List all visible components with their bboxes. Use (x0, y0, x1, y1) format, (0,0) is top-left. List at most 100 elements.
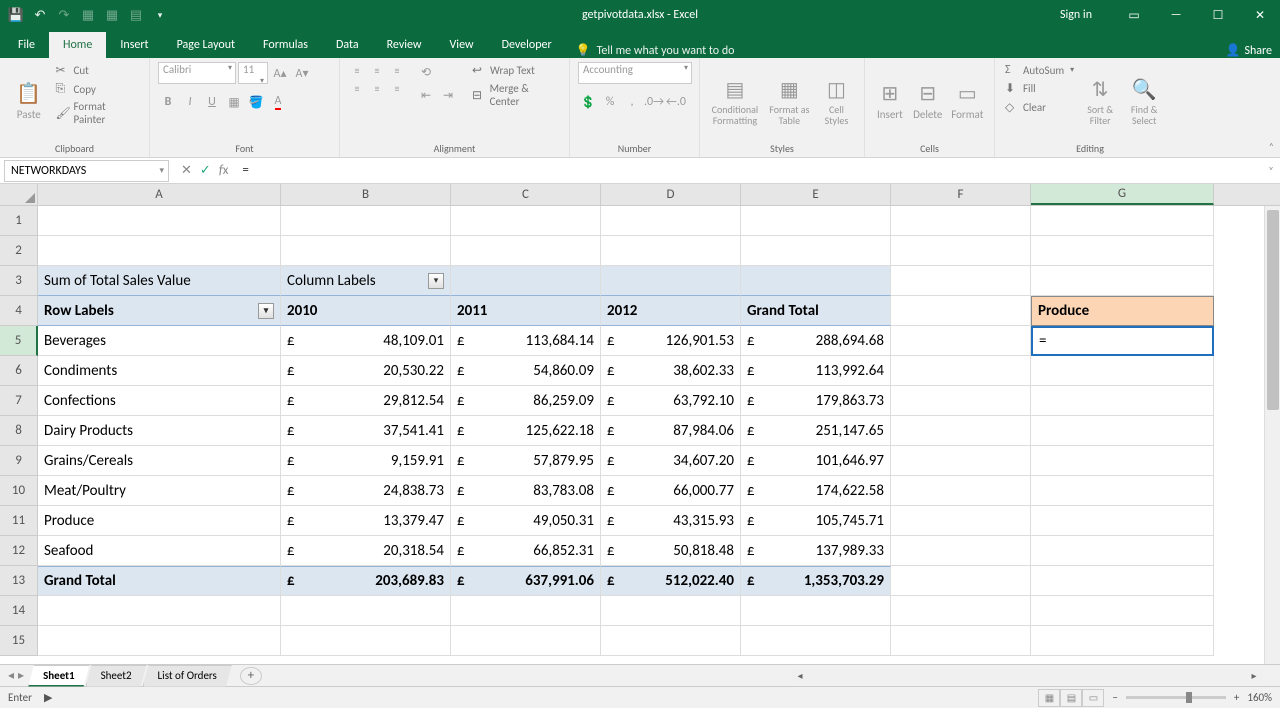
cell[interactable] (281, 236, 451, 266)
row-header[interactable]: 15 (0, 626, 38, 656)
tab-file[interactable]: File (4, 32, 49, 58)
pivot-row-label[interactable]: Meat/Poultry (38, 476, 281, 506)
sheet-nav-prev-icon[interactable]: ◂ (8, 668, 14, 683)
page-break-view-icon[interactable]: ▭ (1082, 689, 1104, 707)
grand-total-row-label[interactable]: Grand Total (38, 566, 281, 596)
cell[interactable]: £637,991.06 (451, 566, 601, 596)
name-box[interactable]: NETWORKDAYS (4, 160, 169, 182)
cell[interactable]: £83,783.08 (451, 476, 601, 506)
cell[interactable]: £38,602.33 (601, 356, 741, 386)
cell-g4-produce[interactable]: Produce (1031, 296, 1214, 326)
filter-dropdown-icon[interactable]: ▾ (428, 273, 444, 289)
cell[interactable] (38, 206, 281, 236)
cell[interactable]: £101,646.97 (741, 446, 891, 476)
cell[interactable] (281, 626, 451, 656)
pivot-row-label[interactable]: Confections (38, 386, 281, 416)
cell[interactable] (451, 236, 601, 266)
grand-total-header[interactable]: Grand Total (741, 296, 891, 326)
cell[interactable] (891, 236, 1031, 266)
tab-review[interactable]: Review (373, 32, 436, 58)
macro-record-icon[interactable]: ▶ (44, 691, 52, 704)
cell[interactable] (451, 206, 601, 236)
hscroll-left-icon[interactable]: ◂ (792, 669, 808, 682)
cell[interactable]: £50,818.48 (601, 536, 741, 566)
cell[interactable] (601, 266, 741, 296)
row-header[interactable]: 6 (0, 356, 38, 386)
fx-icon[interactable]: fx (219, 163, 229, 178)
year-2012[interactable]: 2012 (601, 296, 741, 326)
align-right-icon[interactable]: ≡ (388, 80, 406, 96)
cell[interactable] (1031, 416, 1214, 446)
cell[interactable] (891, 416, 1031, 446)
merge-center-button[interactable]: ⊟Merge & Center (470, 81, 561, 109)
pivot-row-label[interactable]: Condiments (38, 356, 281, 386)
row-header[interactable]: 10 (0, 476, 38, 506)
undo-icon[interactable]: ↶ (32, 7, 48, 23)
cell[interactable] (601, 626, 741, 656)
row-header[interactable]: 4 (0, 296, 38, 326)
cell[interactable]: £113,992.64 (741, 356, 891, 386)
cell[interactable] (1031, 476, 1214, 506)
col-header-A[interactable]: A (38, 184, 281, 205)
cell[interactable] (281, 596, 451, 626)
cell[interactable] (38, 236, 281, 266)
align-center-icon[interactable]: ≡ (368, 80, 386, 96)
find-select-button[interactable]: 🔍Find & Select (1124, 62, 1164, 140)
row-header[interactable]: 5 (0, 326, 38, 356)
tell-me-search[interactable]: 💡 Tell me what you want to do (566, 43, 745, 58)
cell[interactable] (38, 596, 281, 626)
cell[interactable]: £20,530.22 (281, 356, 451, 386)
cell[interactable]: £87,984.06 (601, 416, 741, 446)
ribbon-options-icon[interactable]: ▭ (1114, 0, 1154, 30)
cell[interactable]: £251,147.65 (741, 416, 891, 446)
increase-indent-icon[interactable]: ⇥ (438, 85, 458, 105)
row-header[interactable]: 8 (0, 416, 38, 446)
col-header-F[interactable]: F (891, 184, 1031, 205)
cell[interactable] (891, 326, 1031, 356)
sheet-tab-3[interactable]: List of Orders (143, 665, 232, 687)
cell[interactable] (891, 356, 1031, 386)
bold-button[interactable]: B (158, 92, 178, 112)
column-headers[interactable]: A B C D E F G (38, 184, 1280, 206)
cell[interactable]: £37,541.41 (281, 416, 451, 446)
cell[interactable] (891, 386, 1031, 416)
cell[interactable] (1031, 566, 1214, 596)
pivot-row-label[interactable]: Dairy Products (38, 416, 281, 446)
cell[interactable]: £49,050.31 (451, 506, 601, 536)
font-name-select[interactable]: Calibri (158, 62, 236, 84)
row-header[interactable]: 2 (0, 236, 38, 266)
cell[interactable]: £54,860.09 (451, 356, 601, 386)
qat-icon-1[interactable]: ▦ (80, 7, 96, 23)
row-header[interactable]: 3 (0, 266, 38, 296)
add-sheet-button[interactable]: + (240, 667, 262, 685)
cell[interactable]: £24,838.73 (281, 476, 451, 506)
close-button[interactable]: ✕ (1240, 0, 1280, 30)
tab-formulas[interactable]: Formulas (249, 32, 322, 58)
column-labels-cell[interactable]: Column Labels▾ (281, 266, 451, 296)
paste-button[interactable]: 📋 Paste (8, 62, 50, 140)
row-header[interactable]: 9 (0, 446, 38, 476)
worksheet-grid[interactable]: A B C D E F G 123Sum of Total Sales Valu… (0, 184, 1280, 664)
conditional-formatting-button[interactable]: ▤Conditional Formatting (708, 62, 762, 140)
cell[interactable] (451, 266, 601, 296)
zoom-in-icon[interactable]: + (1234, 691, 1239, 704)
insert-cells-button[interactable]: ⊞Insert (873, 62, 907, 140)
row-header[interactable]: 1 (0, 206, 38, 236)
zoom-slider[interactable] (1126, 696, 1226, 699)
cell[interactable] (891, 476, 1031, 506)
col-header-D[interactable]: D (601, 184, 741, 205)
cell[interactable] (891, 506, 1031, 536)
format-painter-button[interactable]: 🖌Format Painter (54, 99, 141, 127)
select-all-button[interactable] (0, 184, 38, 206)
cell[interactable] (38, 626, 281, 656)
cell[interactable] (1031, 356, 1214, 386)
cell[interactable] (741, 596, 891, 626)
cell[interactable]: £126,901.53 (601, 326, 741, 356)
cell[interactable]: £48,109.01 (281, 326, 451, 356)
shrink-font-icon[interactable]: A▾ (292, 63, 312, 83)
cell[interactable] (891, 596, 1031, 626)
accounting-format-icon[interactable]: 💲 (578, 92, 598, 112)
cell[interactable]: £125,622.18 (451, 416, 601, 446)
cell[interactable] (891, 446, 1031, 476)
increase-decimal-icon[interactable]: .0→ (644, 92, 664, 112)
